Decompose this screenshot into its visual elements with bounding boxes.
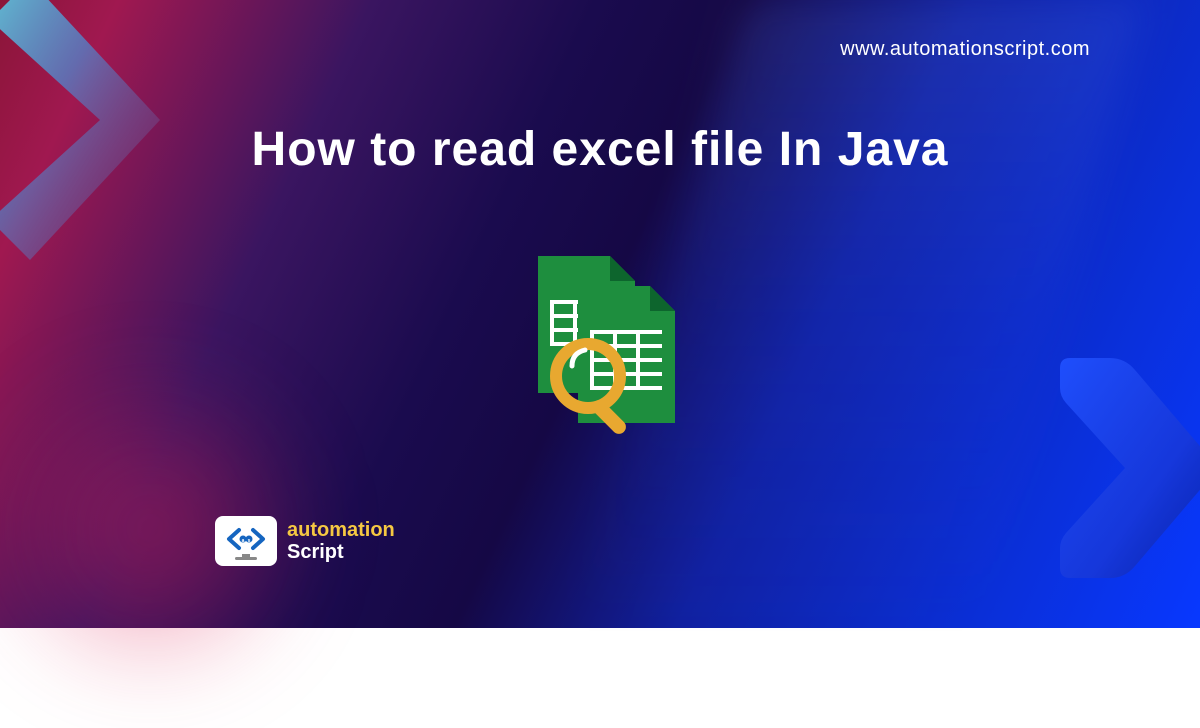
code-icon: a s <box>225 524 267 554</box>
logo-text: automation Script <box>287 519 395 563</box>
spreadsheet-search-icon <box>500 238 700 438</box>
chevron-left-icon <box>0 0 170 260</box>
svg-text:a: a <box>242 538 245 544</box>
page-title: How to read excel file In Java <box>252 122 949 177</box>
chevron-right-icon <box>1030 348 1200 588</box>
monitor-base-icon <box>225 554 267 562</box>
logo-text-line2: Script <box>287 541 395 563</box>
logo-text-line1: automation <box>287 519 395 541</box>
svg-text:s: s <box>248 538 251 544</box>
website-url: www.automationscript.com <box>840 38 1090 61</box>
hero-banner: www.automationscript.com How to read exc… <box>0 0 1200 628</box>
logo-badge: a s <box>215 516 277 566</box>
brand-logo: a s automation Script <box>215 516 395 566</box>
